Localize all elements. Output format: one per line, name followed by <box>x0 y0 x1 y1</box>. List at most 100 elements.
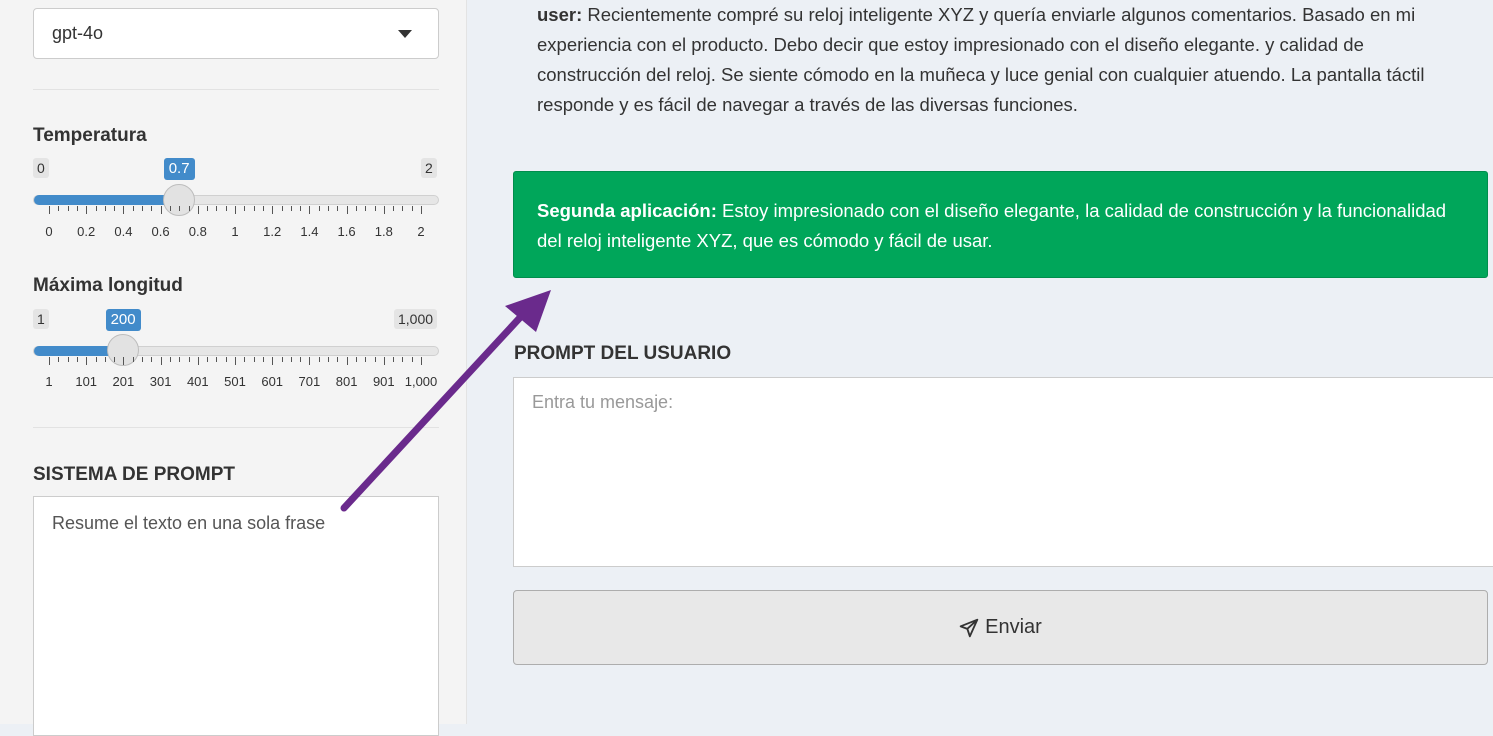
tick-label: 1,000 <box>404 374 438 389</box>
minor-tick <box>216 357 218 362</box>
system-prompt-input[interactable]: Resume el texto en una sola frase <box>33 496 439 736</box>
tick-label: 801 <box>335 374 358 389</box>
major-tick <box>383 206 385 214</box>
tick-label: 401 <box>186 374 209 389</box>
tick-label: 1.4 <box>300 224 319 239</box>
assistant-message: Segunda aplicación: Estoy impresionado c… <box>513 171 1488 278</box>
max-length-value: 200 <box>105 309 141 331</box>
minor-tick <box>188 357 190 362</box>
tick-label: 0.2 <box>77 224 96 239</box>
minor-tick <box>253 357 255 362</box>
tick-label: 0.4 <box>114 224 133 239</box>
user-prompt-input[interactable]: Entra tu mensaje: <box>513 377 1493 567</box>
minor-tick <box>188 206 190 211</box>
tick-label: 701 <box>298 374 321 389</box>
minor-tick <box>114 357 116 362</box>
minor-tick <box>132 357 134 362</box>
chevron-down-icon <box>398 30 412 38</box>
minor-tick <box>225 206 227 211</box>
minor-tick <box>328 206 329 211</box>
major-tick <box>123 357 125 365</box>
minor-tick <box>142 357 143 362</box>
tick-label: 0.6 <box>151 224 170 239</box>
minor-tick <box>67 206 69 211</box>
temperature-slider-fill <box>34 195 180 205</box>
system-prompt-label: SISTEMA DE PROMPT <box>33 464 235 485</box>
minor-tick <box>281 357 283 362</box>
tick-label: 1.8 <box>374 224 393 239</box>
minor-tick <box>67 357 69 362</box>
major-tick <box>421 357 422 365</box>
minor-tick <box>300 206 302 211</box>
major-tick <box>49 357 50 365</box>
temperature-slider-handle[interactable] <box>163 184 196 216</box>
minor-tick <box>411 206 413 211</box>
max-length-label: Máxima longitud <box>33 275 183 296</box>
minor-tick <box>262 357 264 362</box>
minor-tick <box>318 206 320 211</box>
paper-plane-icon <box>959 618 979 637</box>
minor-tick <box>169 357 171 362</box>
divider <box>33 427 439 428</box>
major-tick <box>160 206 162 214</box>
major-tick <box>346 206 348 214</box>
model-select[interactable]: gpt-4o <box>33 8 439 59</box>
major-tick <box>272 357 274 365</box>
minor-tick <box>76 206 78 211</box>
major-tick <box>272 206 274 214</box>
major-tick <box>197 206 199 214</box>
minor-tick <box>225 357 227 362</box>
tick-label: 501 <box>224 374 246 389</box>
temperature-label: Temperatura <box>33 125 147 146</box>
minor-tick <box>328 357 329 362</box>
minor-tick <box>290 357 292 362</box>
minor-tick <box>374 206 376 211</box>
major-tick <box>86 206 88 214</box>
tick-label: 0.8 <box>188 224 207 239</box>
minor-tick <box>244 206 246 211</box>
minor-tick <box>151 206 153 211</box>
minor-tick <box>104 206 106 211</box>
minor-tick <box>95 206 97 211</box>
minor-tick <box>355 206 357 211</box>
user-prompt-placeholder: Entra tu mensaje: <box>532 392 674 412</box>
minor-tick <box>402 206 404 211</box>
assistant-message-role: Segunda aplicación: <box>537 200 717 221</box>
major-tick <box>197 357 199 365</box>
minor-tick <box>262 206 264 211</box>
minor-tick <box>337 206 339 211</box>
minor-tick <box>95 357 97 362</box>
major-tick <box>235 206 236 214</box>
minor-tick <box>318 357 320 362</box>
temperature-value: 0.7 <box>163 158 195 180</box>
user-message-role: user: <box>537 4 583 25</box>
minor-tick <box>244 357 246 362</box>
tick-label: 1.6 <box>337 224 356 239</box>
temperature-min: 0 <box>33 158 49 178</box>
minor-tick <box>58 357 60 362</box>
minor-tick <box>393 357 395 362</box>
minor-tick <box>151 357 153 362</box>
tick-label: 101 <box>75 374 98 389</box>
temperature-max: 2 <box>421 158 437 178</box>
minor-tick <box>179 206 181 211</box>
minor-tick <box>169 206 171 211</box>
minor-tick <box>393 206 395 211</box>
tick-label: 2 <box>417 224 425 239</box>
minor-tick <box>365 357 367 362</box>
minor-tick <box>374 357 376 362</box>
tick-label: 901 <box>372 374 395 389</box>
divider <box>33 89 439 90</box>
major-tick <box>309 206 311 214</box>
minor-tick <box>281 206 283 211</box>
minor-tick <box>207 357 209 362</box>
user-message-text: Recientemente compré su reloj inteligent… <box>537 4 1425 115</box>
minor-tick <box>114 206 116 211</box>
major-tick <box>123 206 125 214</box>
model-select-value: gpt-4o <box>52 23 104 43</box>
send-button[interactable]: Enviar <box>513 590 1488 665</box>
user-message: user: Recientemente compré su reloj inte… <box>537 0 1467 120</box>
system-prompt-value: Resume el texto en una sola frase <box>52 513 326 533</box>
major-tick <box>383 357 385 365</box>
minor-tick <box>179 357 181 362</box>
